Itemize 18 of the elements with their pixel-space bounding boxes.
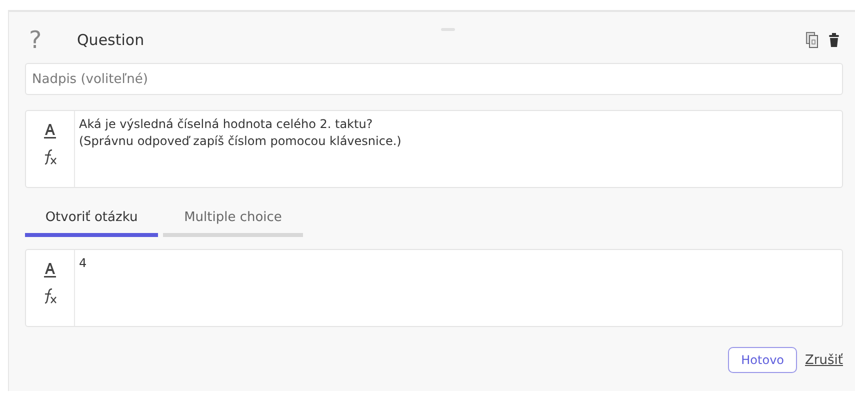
text-format-icon[interactable] <box>44 123 56 139</box>
editor-text-line: 4 <box>79 255 87 272</box>
editor-text-line: (Správnu odpoveď zapíš číslom pomocou klávesnice.) <box>79 133 402 150</box>
answer-editor[interactable]: 4 <box>25 249 843 327</box>
copy-icon[interactable] <box>806 32 818 48</box>
question-editor[interactable]: Aká je výsledná číselná hodnota celého 2. taktu? (Správnu odpoveď zapíš číslom pomocou klávesnice.) <box>25 110 843 188</box>
tab[interactable]: Multiple choice <box>163 210 303 237</box>
editor-text-line: Aká je výsledná číselná hodnota celého 2. taktu? <box>79 116 374 133</box>
cancel-link[interactable]: Zrušiť <box>805 352 843 368</box>
delete-icon[interactable] <box>829 33 839 47</box>
question-type-label: Question <box>77 31 144 49</box>
formula-icon[interactable] <box>42 288 58 304</box>
tab[interactable]: Otvoriť otázku <box>25 210 158 237</box>
title-field[interactable]: Nadpis (voliteľné) <box>25 63 843 95</box>
question-mark-icon: ? <box>25 26 77 54</box>
formula-icon[interactable] <box>42 149 58 165</box>
done-button[interactable]: Hotovo <box>728 347 798 373</box>
text-format-icon[interactable] <box>44 262 56 278</box>
